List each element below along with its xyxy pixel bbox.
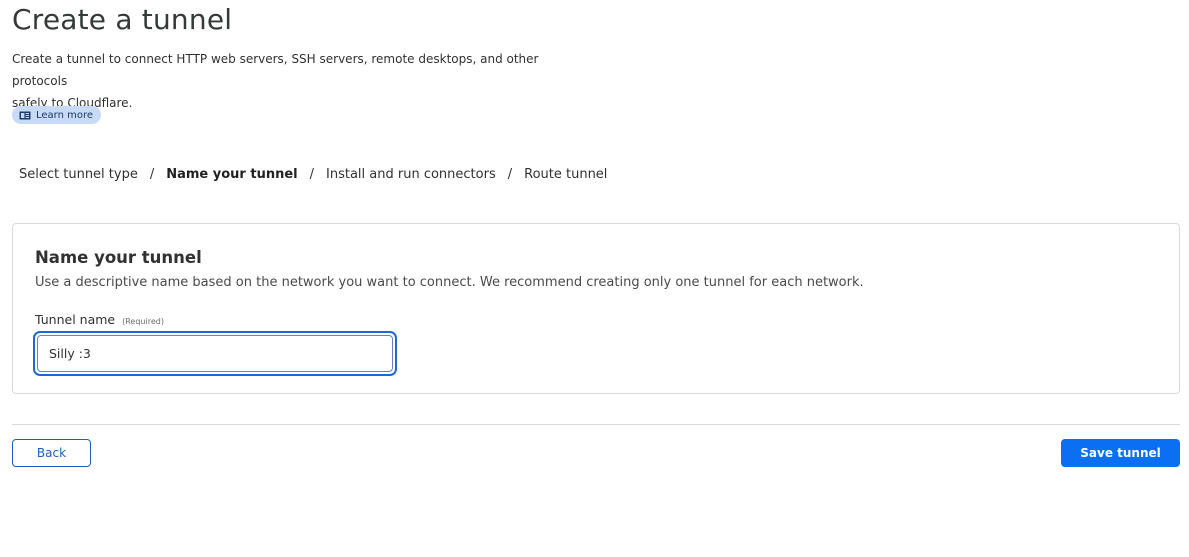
breadcrumb-separator: / — [309, 167, 315, 182]
card-title: Name your tunnel — [35, 248, 202, 267]
breadcrumb-separator: / — [149, 167, 155, 182]
create-tunnel-page: Create a tunnel Create a tunnel to conne… — [0, 0, 1189, 557]
book-icon — [19, 111, 31, 120]
page-description: Create a tunnel to connect HTTP web serv… — [12, 48, 572, 114]
breadcrumb-step-install-connectors: Install and run connectors — [326, 167, 496, 182]
tunnel-name-label-text: Tunnel name — [35, 312, 116, 327]
page-title: Create a tunnel — [12, 3, 233, 36]
name-tunnel-card: Name your tunnel Use a descriptive name … — [12, 223, 1180, 394]
learn-more-link[interactable]: Learn more — [12, 106, 102, 124]
breadcrumb-step-route-tunnel: Route tunnel — [524, 167, 608, 182]
breadcrumb-step-name-your-tunnel: Name your tunnel — [166, 167, 298, 182]
card-description: Use a descriptive name based on the netw… — [35, 275, 864, 290]
learn-more-label: Learn more — [36, 109, 94, 121]
page-description-line-1: Create a tunnel to connect HTTP web serv… — [12, 52, 539, 88]
required-indicator: (Required) — [122, 317, 164, 326]
breadcrumb: Select tunnel type / Name your tunnel / … — [19, 167, 607, 182]
tunnel-name-input-focus-ring — [33, 331, 397, 376]
tunnel-name-label: Tunnel name (Required) — [35, 312, 164, 327]
footer-divider — [12, 424, 1180, 425]
breadcrumb-step-select-tunnel-type[interactable]: Select tunnel type — [19, 167, 138, 182]
back-button[interactable]: Back — [12, 439, 91, 467]
tunnel-name-input[interactable] — [37, 335, 393, 372]
breadcrumb-separator: / — [507, 167, 513, 182]
save-tunnel-button[interactable]: Save tunnel — [1061, 439, 1180, 467]
